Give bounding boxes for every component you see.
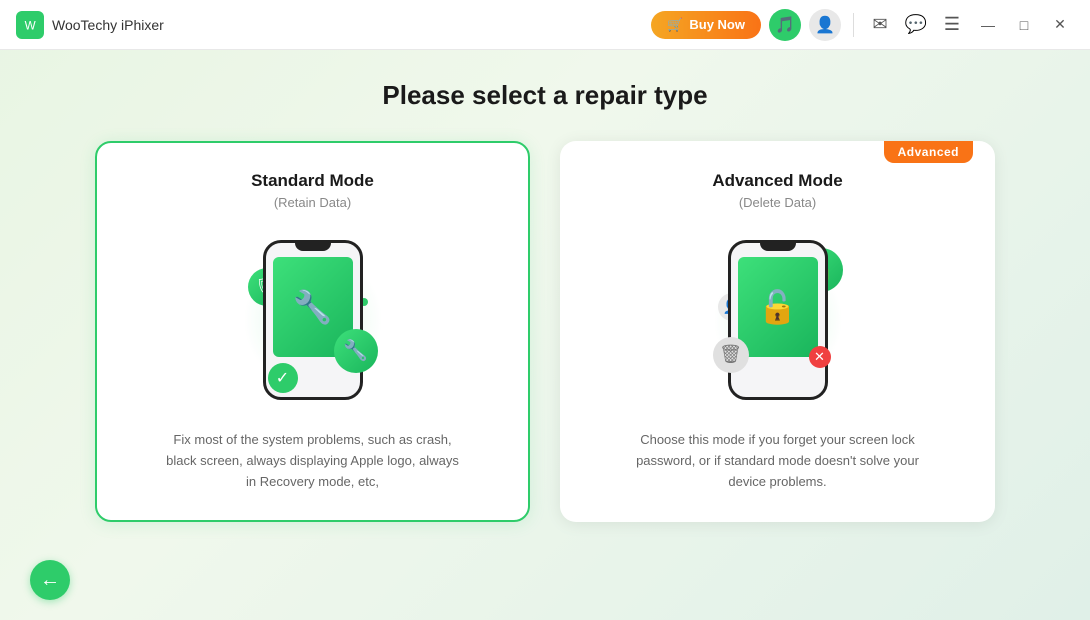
wrench-screen-icon: 🔧	[293, 288, 333, 326]
page-title: Please select a repair type	[382, 80, 707, 111]
bottom-bar: ←	[0, 550, 1090, 620]
titlebar-actions: 🛒 Buy Now 🎵 👤 ✉ 💬 ☰ — □ ✕	[651, 9, 1074, 41]
minimize-button[interactable]: —	[974, 11, 1002, 39]
back-arrow-icon: ←	[40, 569, 60, 592]
phone-screen-advanced: 🔓	[738, 257, 818, 357]
phone-notch-standard	[295, 243, 331, 251]
close-button[interactable]: ✕	[1046, 11, 1074, 39]
wrench-icon: 🔧	[334, 329, 378, 373]
lock-screen-icon: 🔓	[758, 288, 798, 326]
advanced-illustration: 🔒 👤 🔓 🗑 ✕	[688, 230, 868, 410]
phone-advanced: 🔒 👤 🔓 🗑 ✕	[723, 238, 833, 403]
standard-mode-card[interactable]: Standard Mode (Retain Data) 🛡 🔧 🔧 ✓	[95, 141, 530, 522]
advanced-mode-card[interactable]: Advanced Advanced Mode (Delete Data) 🔒 👤…	[560, 141, 995, 522]
phone-body-advanced: 🔓	[728, 240, 828, 400]
phone-notch-advanced	[760, 243, 796, 251]
chat-icon[interactable]: 💬	[902, 11, 930, 39]
app-title: WooTechy iPhixer	[52, 17, 651, 33]
standard-description: Fix most of the system problems, such as…	[163, 430, 463, 492]
titlebar: W WooTechy iPhixer 🛒 Buy Now 🎵 👤 ✉ 💬 ☰ —…	[0, 0, 1090, 50]
back-button[interactable]: ←	[30, 560, 70, 600]
advanced-badge: Advanced	[884, 141, 973, 163]
svg-text:W: W	[25, 19, 36, 32]
advanced-mode-sub: (Delete Data)	[739, 195, 816, 210]
standard-mode-title: Standard Mode	[251, 171, 374, 191]
main-content: Please select a repair type Standard Mod…	[0, 50, 1090, 550]
standard-illustration: 🛡 🔧 🔧 ✓	[223, 230, 403, 410]
check-icon: ✓	[268, 363, 298, 393]
red-dot-icon: ✕	[809, 346, 831, 368]
buy-now-button[interactable]: 🛒 Buy Now	[651, 11, 761, 39]
mail-icon[interactable]: ✉	[866, 11, 894, 39]
app-logo: W	[16, 11, 44, 39]
trash-icon: 🗑	[713, 337, 749, 373]
maximize-button[interactable]: □	[1010, 11, 1038, 39]
menu-icon[interactable]: ☰	[938, 11, 966, 39]
user-icon-button[interactable]: 👤	[809, 9, 841, 41]
buy-now-label: Buy Now	[689, 17, 745, 32]
cards-row: Standard Mode (Retain Data) 🛡 🔧 🔧 ✓	[95, 141, 995, 522]
music-icon-button[interactable]: 🎵	[769, 9, 801, 41]
advanced-description: Choose this mode if you forget your scre…	[628, 430, 928, 492]
standard-mode-sub: (Retain Data)	[274, 195, 351, 210]
advanced-mode-title: Advanced Mode	[712, 171, 842, 191]
buy-now-icon: 🛒	[667, 17, 683, 33]
phone-standard: 🛡 🔧 🔧 ✓	[258, 238, 368, 403]
separator	[853, 13, 854, 37]
